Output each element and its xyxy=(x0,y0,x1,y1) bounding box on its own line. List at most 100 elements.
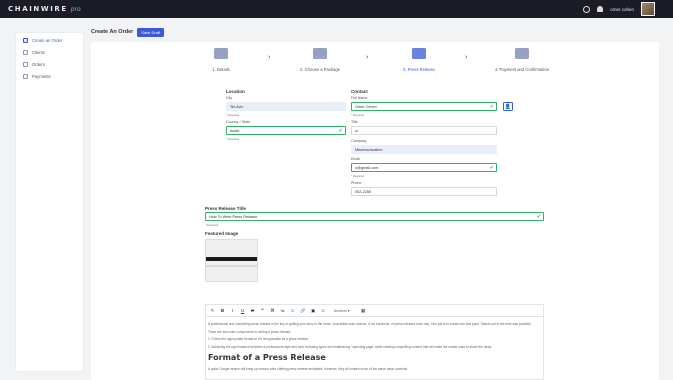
package-icon xyxy=(313,48,327,59)
country-value: Israel xyxy=(230,128,240,133)
link-button[interactable]: 🔗 xyxy=(300,308,306,314)
payments-icon xyxy=(23,73,28,79)
phone-field[interactable]: 052-2255 xyxy=(351,187,497,196)
create-order-icon xyxy=(23,37,28,43)
editor-toolbar: ✎ B I U S ❝ ⌘ ≔ ≡ 🔗 ▣ ☺ Normal ▾ ▦ xyxy=(205,304,544,317)
editor-heading: Format of a Press Release xyxy=(208,353,326,362)
step-label: 3. Press Release xyxy=(403,67,435,72)
chevron-right-icon: › xyxy=(366,54,369,61)
orders-icon xyxy=(23,61,28,67)
sidebar-item-label: Clients xyxy=(32,49,45,55)
email-value: o@gmail.com xyxy=(355,165,379,170)
company-field[interactable]: Mkomsunication xyxy=(351,145,497,154)
table-button[interactable]: ▦ xyxy=(361,308,366,314)
editor-paragraph: 2. Achieving the right balance between a… xyxy=(208,344,493,349)
ordered-list-button[interactable]: ≔ xyxy=(280,308,285,314)
sidebar-item-create-order[interactable]: Create an Order xyxy=(16,34,83,46)
edit-icon xyxy=(412,48,426,59)
save-draft-button[interactable]: Save Draft xyxy=(137,27,165,37)
city-required: * Required xyxy=(226,113,240,117)
country-field[interactable]: Israel ✔ xyxy=(226,126,346,135)
city-label: City xyxy=(226,96,233,100)
fullname-field[interactable]: Omer Cohen ✔ xyxy=(351,102,497,111)
sidebar: Create an Order Clients Orders Payments xyxy=(16,33,83,371)
phone-value: 052-2255 xyxy=(355,189,372,194)
chevron-right-icon: › xyxy=(465,54,468,61)
sidebar-item-clients[interactable]: Clients xyxy=(16,46,83,58)
title-label: Title xyxy=(351,120,358,124)
email-label: Email xyxy=(351,157,360,161)
city-field[interactable]: Tel-Aviv xyxy=(226,102,346,111)
bold-button[interactable]: B xyxy=(220,308,225,313)
underline-button[interactable]: U xyxy=(240,308,245,313)
fullname-label: Full Name xyxy=(351,96,368,100)
step-choose-package[interactable]: 2. Choose a Package xyxy=(290,48,350,72)
fullname-value: Omer Cohen xyxy=(355,104,377,109)
email-required: * Required xyxy=(351,174,365,178)
step-label: 1. Details xyxy=(212,67,230,72)
id-card-icon xyxy=(214,48,228,59)
phone-label: Phone xyxy=(351,181,362,185)
check-icon: ✔ xyxy=(489,104,494,110)
emoji-button[interactable]: ☺ xyxy=(321,308,326,313)
code-button[interactable]: ⌘ xyxy=(270,308,275,314)
thumbnail-band-secondary xyxy=(206,265,257,267)
image-button[interactable]: ▣ xyxy=(311,308,316,314)
city-value: Tel-Aviv xyxy=(230,104,244,109)
editor-paragraph: A quick Google search will bring up vari… xyxy=(208,367,408,371)
user-plus-icon: 👤 xyxy=(504,103,512,110)
style-select-value: Normal xyxy=(333,308,347,313)
top-bar: CHAINWIRE pro omer cohen xyxy=(0,0,673,18)
title-field[interactable]: ui xyxy=(351,126,497,135)
thumbnail-band xyxy=(206,257,257,261)
company-value: Mkomsunication xyxy=(355,147,383,152)
press-release-title-field[interactable]: How To Write Press Release ✔ xyxy=(205,212,544,221)
strikethrough-button[interactable]: S xyxy=(250,308,255,313)
settings-icon[interactable] xyxy=(583,5,591,13)
user-name[interactable]: omer cohen xyxy=(610,7,634,12)
step-label: 4. Payment and Confirmation xyxy=(494,67,550,72)
editor-paragraph: A professional and compelling press rele… xyxy=(208,322,532,326)
country-label: Country / State xyxy=(226,120,250,124)
top-right-actions: omer cohen xyxy=(583,0,655,18)
sidebar-item-payments[interactable]: Payments xyxy=(16,70,83,82)
bullet-list-button[interactable]: ≡ xyxy=(290,308,295,313)
clients-icon xyxy=(23,49,28,55)
featured-image-thumbnail[interactable] xyxy=(205,239,258,282)
email-field[interactable]: o@gmail.com ✔ xyxy=(351,163,497,172)
step-press-release[interactable]: 3. Press Release xyxy=(389,48,449,72)
fullname-required: * Required xyxy=(351,113,365,117)
sidebar-item-label: Payments xyxy=(32,73,51,79)
select-contact-button[interactable]: 👤 xyxy=(503,102,513,111)
country-required: * Required xyxy=(226,137,240,141)
bell-icon[interactable] xyxy=(597,6,604,12)
location-title: Location xyxy=(226,89,245,94)
order-form-panel: 1. Details › 2. Choose a Package › 3. Pr… xyxy=(91,42,659,380)
press-release-title-label: Press Release Title xyxy=(205,206,246,211)
contact-title: Contact xyxy=(351,89,368,94)
sidebar-item-label: Create an Order xyxy=(32,37,63,43)
step-details[interactable]: 1. Details xyxy=(191,48,251,72)
press-release-title-value: How To Write Press Release xyxy=(209,214,258,219)
company-label: Company xyxy=(351,139,367,143)
brand-logo[interactable]: CHAINWIRE xyxy=(8,5,68,13)
check-icon: ✔ xyxy=(536,214,541,220)
check-icon: ✔ xyxy=(338,128,343,134)
editor-content[interactable]: A professional and compelling press rele… xyxy=(205,317,544,380)
sidebar-item-label: Orders xyxy=(32,61,45,67)
style-select[interactable]: Normal ▾ xyxy=(334,308,350,313)
quote-button[interactable]: ❝ xyxy=(260,308,265,314)
page-title: Create An Order xyxy=(91,29,134,35)
page-header: Create An Order Save Draft xyxy=(91,26,659,38)
editor-paragraph: There are two main components to writing… xyxy=(208,329,291,334)
step-payment-confirmation[interactable]: 4. Payment and Confirmation xyxy=(492,48,552,72)
italic-button[interactable]: I xyxy=(230,308,235,313)
avatar[interactable] xyxy=(641,2,655,16)
step-label: 2. Choose a Package xyxy=(299,67,341,72)
check-icon: ✔ xyxy=(489,165,494,171)
pen-icon[interactable]: ✎ xyxy=(210,308,215,314)
chevron-right-icon: › xyxy=(268,54,271,61)
featured-image-label: Featured Image xyxy=(205,231,239,236)
press-release-title-required: * Required xyxy=(205,223,219,227)
sidebar-item-orders[interactable]: Orders xyxy=(16,58,83,70)
